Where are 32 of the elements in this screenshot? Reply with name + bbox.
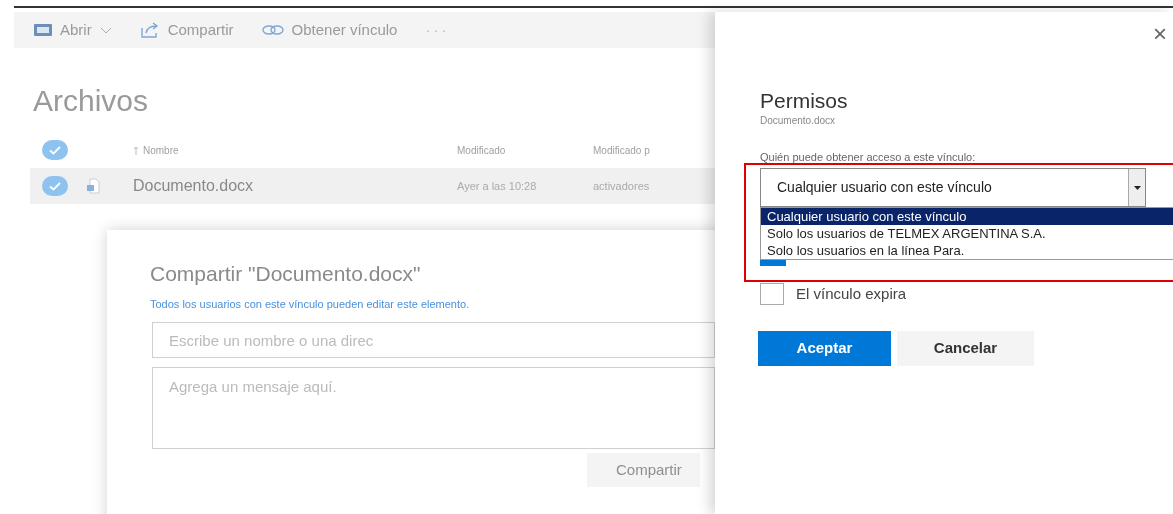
link-button[interactable]: Obtener vínculo xyxy=(261,18,398,42)
dropdown-option[interactable]: Solo los usuarios en la línea Para. xyxy=(761,242,1173,259)
close-button[interactable]: × xyxy=(1153,22,1167,46)
file-name[interactable]: Documento.docx xyxy=(133,174,457,198)
name-field[interactable]: Escribe un nombre o una direc xyxy=(152,322,715,358)
access-select[interactable]: Cualquier usuario con este vínculo xyxy=(760,168,1146,207)
chevron-down-icon xyxy=(99,26,112,34)
column-header[interactable]: Nombre xyxy=(143,142,179,158)
share-icon xyxy=(139,22,160,38)
column-header[interactable]: Modificado xyxy=(457,142,506,158)
file-name: Documento.docx xyxy=(760,114,836,128)
more-button[interactable]: ··· xyxy=(425,18,450,42)
share-button[interactable]: Compartir xyxy=(139,18,234,42)
file-row[interactable]: Documento.docx Ayer a las 10:28 activadores xyxy=(30,168,715,204)
sort-arrow-icon[interactable] xyxy=(133,145,139,155)
dialog-title: Compartir "Documento.docx" xyxy=(150,261,421,287)
cancel-button[interactable]: Cancelar xyxy=(897,331,1034,366)
link-note: Todos los usuarios con este vínculo pueden editar este elemento. xyxy=(150,297,470,312)
link-icon xyxy=(261,24,284,36)
page-title: Archivos xyxy=(33,83,149,119)
open-button[interactable]: Abrir xyxy=(34,18,112,42)
message-field[interactable]: Agrega un mensaje aquí. xyxy=(152,367,715,449)
panel-title: Permisos xyxy=(760,88,848,114)
table-cell-text: Ayer a las 10:28 xyxy=(457,178,538,194)
table-cell-text: activadores xyxy=(593,178,650,194)
accept-button[interactable]: Aceptar xyxy=(758,331,891,366)
column-header[interactable]: Modificado p xyxy=(593,142,650,158)
checkbox[interactable] xyxy=(760,283,784,306)
dropdown-option[interactable]: Cualquier usuario con este vínculo xyxy=(761,208,1173,225)
dropdown-option[interactable]: Solo los usuarios de TELMEX ARGENTINA S.A. xyxy=(761,225,1173,242)
checkbox-label: El vínculo expira xyxy=(796,284,907,304)
field-label: Quién puede obtener acceso a este vínculo: xyxy=(760,150,976,165)
